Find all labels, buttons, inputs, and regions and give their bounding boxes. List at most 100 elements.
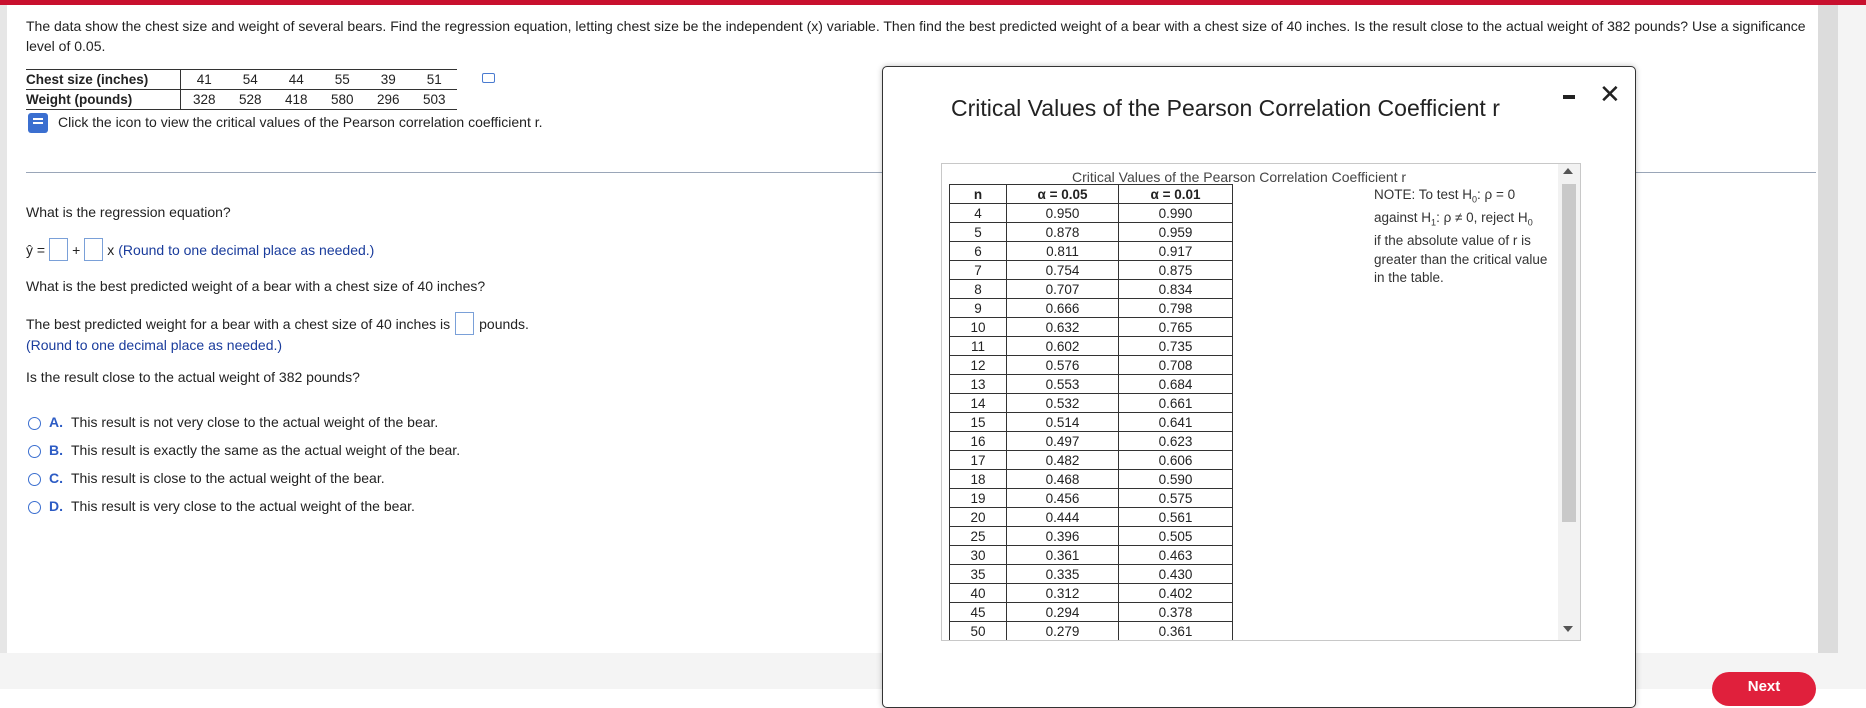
table-cell: 0.990 xyxy=(1118,203,1233,223)
table-cell: 54 xyxy=(227,69,274,90)
bear-data-table: Chest size (inches) 41 54 44 55 39 51 We… xyxy=(26,69,458,110)
table-cell: 0.361 xyxy=(1006,545,1119,565)
table-row: Chest size (inches) 41 54 44 55 39 51 xyxy=(26,69,458,90)
intercept-input[interactable] xyxy=(49,238,69,261)
critical-values-dialog: Critical Values of the Pearson Correlati… xyxy=(882,66,1636,708)
table-cell: 50 xyxy=(949,621,1007,640)
table-cell: 0.735 xyxy=(1118,336,1233,356)
radio-icon[interactable] xyxy=(28,444,41,458)
note-text: if the absolute value of r is greater th… xyxy=(1374,233,1548,286)
note-text: : ρ ≠ 0, reject H xyxy=(1436,210,1528,226)
option-a[interactable]: A. This result is not very close to the a… xyxy=(28,414,438,430)
table-cell: 328 xyxy=(180,89,228,110)
table-row: 5 0.878 0.959 xyxy=(949,222,1233,242)
table-cell: 0.456 xyxy=(1006,488,1119,508)
table-row: 13 0.553 0.684 xyxy=(949,374,1233,394)
table-cell: 7 xyxy=(949,260,1007,280)
scroll-up-icon[interactable] xyxy=(1563,168,1573,174)
table-row: 14 0.532 0.661 xyxy=(949,393,1233,413)
table-cell: 0.497 xyxy=(1006,431,1119,451)
table-cell: 0.312 xyxy=(1006,583,1119,603)
table-row: 40 0.312 0.402 xyxy=(949,583,1233,603)
table-cell: 0.878 xyxy=(1006,222,1119,242)
table-row: 30 0.361 0.463 xyxy=(949,545,1233,565)
table-cell: 0.632 xyxy=(1006,317,1119,337)
page-scrollbar[interactable] xyxy=(1818,5,1838,653)
table-cell: 0.361 xyxy=(1118,621,1233,640)
note-sub: 0 xyxy=(1527,217,1533,228)
book-icon[interactable] xyxy=(28,113,48,133)
table-caption: Critical Values of the Pearson Correlati… xyxy=(1072,169,1407,185)
header-n: n xyxy=(949,184,1007,204)
table-cell: 0.505 xyxy=(1118,526,1233,546)
table-cell: 0.279 xyxy=(1006,621,1119,640)
note-text: NOTE: To test H xyxy=(1374,187,1473,202)
option-c[interactable]: C. This result is close to the actual wei… xyxy=(28,470,385,486)
y-hat-label: ŷ = xyxy=(26,241,46,258)
table-cell: 0.561 xyxy=(1118,507,1233,527)
scroll-thumb[interactable] xyxy=(1562,184,1576,522)
critical-values-panel: Critical Values of the Pearson Correlati… xyxy=(941,163,1581,641)
row-label-weight: Weight (pounds) xyxy=(26,89,182,110)
note-text: against H xyxy=(1374,210,1432,226)
question-predicted-weight: What is the best predicted weight of a b… xyxy=(26,278,486,294)
table-row: 6 0.811 0.917 xyxy=(949,241,1233,261)
table-cell: 0.661 xyxy=(1118,393,1233,413)
table-cell: 0.482 xyxy=(1006,450,1119,470)
option-letter: D. xyxy=(49,498,63,514)
table-row: 9 0.666 0.798 xyxy=(949,298,1233,318)
table-cell: 30 xyxy=(949,545,1007,565)
table-row: 8 0.707 0.834 xyxy=(949,279,1233,299)
table-cell: 55 xyxy=(319,69,366,90)
panel-scrollbar[interactable] xyxy=(1558,164,1580,640)
table-cell: 0.623 xyxy=(1118,431,1233,451)
problem-statement: The data show the chest size and weight … xyxy=(26,18,1806,54)
plus-sign: + xyxy=(72,241,81,258)
option-b[interactable]: B. This result is exactly the same as the… xyxy=(28,442,460,458)
table-cell: 0.532 xyxy=(1006,393,1119,413)
table-cell: 12 xyxy=(949,355,1007,375)
table-cell: 9 xyxy=(949,298,1007,318)
table-row: 11 0.602 0.735 xyxy=(949,336,1233,356)
rounding-note-2: (Round to one decimal place as needed.) xyxy=(26,337,283,353)
table-cell: 0.294 xyxy=(1006,602,1119,622)
next-button[interactable]: Next xyxy=(1712,672,1816,706)
table-cell: 20 xyxy=(949,507,1007,527)
table-cell: 0.811 xyxy=(1006,241,1119,261)
scroll-down-icon[interactable] xyxy=(1563,626,1573,632)
table-row: 17 0.482 0.606 xyxy=(949,450,1233,470)
table-cell: 0.402 xyxy=(1118,583,1233,603)
option-text: This result is not very close to the act… xyxy=(71,414,439,430)
table-cell: 0.553 xyxy=(1006,374,1119,394)
table-cell: 0.834 xyxy=(1118,279,1233,299)
close-icon[interactable]: ✕ xyxy=(1599,79,1621,110)
table-cell: 0.514 xyxy=(1006,412,1119,432)
predicted-weight-answer: The best predicted weight for a bear wit… xyxy=(26,312,529,335)
radio-icon[interactable] xyxy=(28,416,41,430)
table-cell: 6 xyxy=(949,241,1007,261)
minimize-icon[interactable] xyxy=(1563,95,1575,99)
table-cell: 18 xyxy=(949,469,1007,489)
table-cell: 503 xyxy=(411,89,458,110)
table-row: 12 0.576 0.708 xyxy=(949,355,1233,375)
x-variable: x xyxy=(107,241,115,258)
table-cell: 0.575 xyxy=(1118,488,1233,508)
table-cell: 0.335 xyxy=(1006,564,1119,584)
row-label-chest: Chest size (inches) xyxy=(26,69,182,90)
answer-suffix: pounds. xyxy=(479,315,529,332)
radio-icon[interactable] xyxy=(28,500,41,514)
table-cell: 0.950 xyxy=(1006,203,1119,223)
table-cell: 45 xyxy=(949,602,1007,622)
copy-data-icon[interactable] xyxy=(482,73,495,83)
option-d[interactable]: D. This result is very close to the actua… xyxy=(28,498,415,514)
table-cell: 14 xyxy=(949,393,1007,413)
table-cell: 0.378 xyxy=(1118,602,1233,622)
table-cell: 528 xyxy=(227,89,274,110)
radio-icon[interactable] xyxy=(28,472,41,486)
slope-input[interactable] xyxy=(84,238,104,261)
table-cell: 8 xyxy=(949,279,1007,299)
predicted-weight-input[interactable] xyxy=(455,312,475,335)
table-row: 50 0.279 0.361 xyxy=(949,621,1233,640)
critical-values-hint: Click the icon to view the critical valu… xyxy=(58,114,543,130)
header-alpha-005: α = 0.05 xyxy=(1006,184,1119,204)
